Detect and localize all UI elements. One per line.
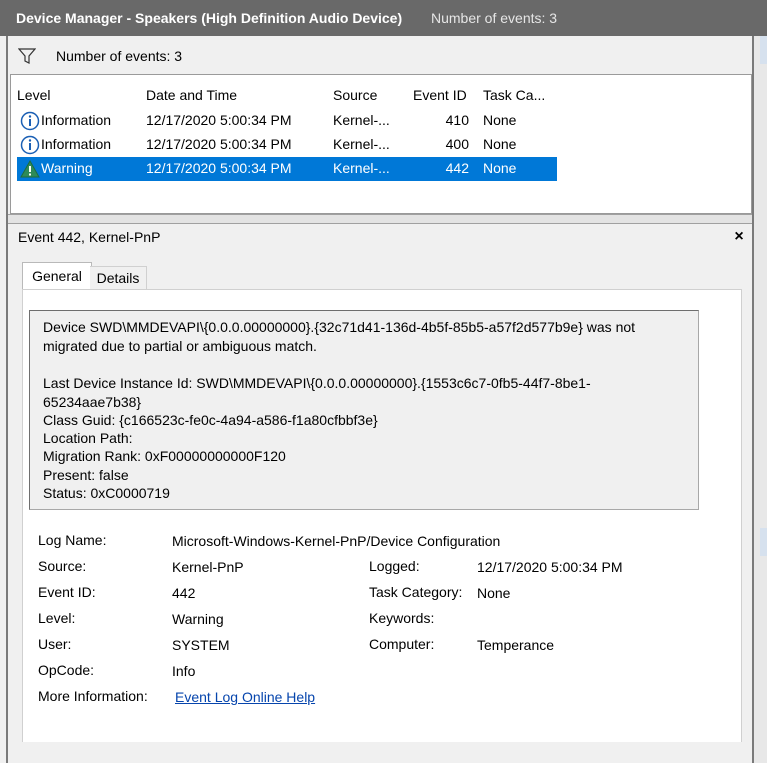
source-label: Source:	[38, 558, 87, 574]
window-title: Device Manager - Speakers (High Definiti…	[16, 10, 403, 26]
event-log-online-help-link[interactable]: Event Log Online Help	[175, 689, 315, 705]
cell-event-id: 410	[445, 112, 469, 128]
description-line: Status: 0xC0000719	[43, 485, 170, 501]
cell-level: Warning	[41, 160, 93, 176]
opcode-label: OpCode:	[38, 662, 95, 678]
description-line: Present: false	[43, 467, 129, 483]
cell-datetime: 12/17/2020 5:00:34 PM	[146, 160, 292, 176]
event-id-value: 442	[172, 585, 196, 601]
cell-datetime: 12/17/2020 5:00:34 PM	[146, 136, 292, 152]
event-detail-title: Event 442, Kernel-PnP	[18, 229, 161, 245]
info-icon	[20, 111, 40, 131]
log-name-label: Log Name:	[38, 532, 107, 548]
left-border	[6, 36, 8, 763]
description-line: 65234aae7b38}	[43, 394, 142, 410]
level-value: Warning	[172, 611, 224, 627]
cell-task-category: None	[483, 160, 517, 176]
pane-splitter[interactable]	[8, 214, 752, 224]
cell-source: Kernel-...	[333, 112, 390, 128]
user-label: User:	[38, 636, 72, 652]
filter-event-count: Number of events: 3	[56, 48, 183, 64]
description-line: Class Guid: {c166523c-fe0c-4a94-a586-f1a…	[43, 412, 378, 428]
keywords-label: Keywords:	[369, 610, 435, 626]
event-count-title: Number of events: 3	[431, 10, 558, 26]
column-header-event-id[interactable]: Event ID	[413, 87, 467, 109]
opcode-value: Info	[172, 663, 196, 679]
table-row-selected[interactable]: Warning 12/17/2020 5:00:34 PM Kernel-...…	[17, 157, 557, 181]
warning-icon	[20, 159, 40, 178]
column-header-source[interactable]: Source	[333, 87, 377, 109]
source-value: Kernel-PnP	[172, 559, 244, 575]
computer-value: Temperance	[477, 637, 555, 653]
cell-task-category: None	[483, 136, 517, 152]
column-header-date-time[interactable]: Date and Time	[146, 87, 237, 109]
level-label: Level:	[38, 610, 76, 626]
actions-pane-edge	[754, 36, 767, 763]
cell-event-id: 442	[445, 160, 469, 176]
computer-label: Computer:	[369, 636, 435, 652]
event-id-label: Event ID:	[38, 584, 96, 600]
cell-source: Kernel-...	[333, 136, 390, 152]
tab-general[interactable]: General	[22, 262, 92, 291]
cell-level: Information	[41, 112, 112, 128]
logged-label: Logged:	[369, 558, 420, 574]
description-line: Last Device Instance Id: SWD\MMDEVAPI\{0…	[43, 375, 591, 391]
event-description[interactable]: Device SWD\MMDEVAPI\{0.0.0.00000000}.{32…	[29, 310, 699, 510]
user-value: SYSTEM	[172, 637, 230, 653]
column-header-task-category[interactable]: Task Ca...	[483, 87, 545, 109]
info-icon	[20, 135, 40, 155]
cell-task-category: None	[483, 112, 517, 128]
cell-level: Information	[41, 136, 112, 152]
description-line: Location Path:	[43, 430, 133, 446]
table-row[interactable]: Information 12/17/2020 5:00:34 PM Kernel…	[17, 109, 557, 133]
events-table[interactable]: Level Date and Time Source Event ID Task…	[10, 74, 752, 214]
task-category-value: None	[477, 585, 511, 601]
actions-pane-marker	[760, 528, 767, 556]
cell-event-id: 400	[445, 136, 469, 152]
more-information-label: More Information:	[38, 688, 148, 704]
column-header-level[interactable]: Level	[17, 87, 50, 109]
cell-datetime: 12/17/2020 5:00:34 PM	[146, 112, 292, 128]
description-line: Migration Rank: 0xF00000000000F120	[43, 448, 286, 464]
actions-pane-marker	[760, 36, 767, 64]
event-detail-header: Event 442, Kernel-PnP ×	[10, 224, 752, 250]
tab-details[interactable]: Details	[90, 266, 147, 291]
filter-icon[interactable]	[18, 47, 36, 65]
logged-value: 12/17/2020 5:00:34 PM	[477, 559, 623, 575]
task-category-label: Task Category:	[369, 584, 463, 600]
window-titlebar: Device Manager - Speakers (High Definiti…	[0, 0, 767, 36]
log-name-value: Microsoft-Windows-Kernel-PnP/Device Conf…	[172, 533, 501, 549]
cell-source: Kernel-...	[333, 160, 390, 176]
table-row[interactable]: Information 12/17/2020 5:00:34 PM Kernel…	[17, 133, 557, 157]
filter-bar: Number of events: 3	[10, 38, 752, 72]
close-icon[interactable]: ×	[730, 224, 748, 250]
bottom-edge	[8, 742, 752, 763]
description-line: migrated due to partial or ambiguous mat…	[43, 338, 317, 354]
description-line: Device SWD\MMDEVAPI\{0.0.0.00000000}.{32…	[43, 319, 636, 335]
